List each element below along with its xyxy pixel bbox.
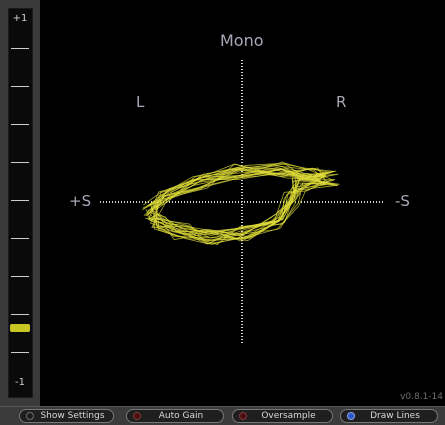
meter-level-indicator: [10, 324, 30, 332]
goniometer-canvas: [100, 60, 384, 344]
level-meter: [8, 8, 33, 398]
draw-lines-button[interactable]: Draw Lines: [340, 409, 438, 423]
meter-tick: [11, 200, 29, 201]
meter-top-label: +1: [12, 13, 28, 24]
minus-side-label: -S: [395, 192, 410, 210]
right-label: R: [336, 93, 347, 111]
bottom-toolbar: Show Settings Auto Gain Oversample Draw …: [0, 406, 445, 425]
stereo-trace: [141, 161, 340, 245]
meter-tick: [11, 162, 29, 163]
meter-tick: [11, 352, 29, 353]
auto-gain-button[interactable]: Auto Gain: [126, 409, 224, 423]
draw-lines-label: Draw Lines: [370, 411, 420, 421]
meter-bottom-label: -1: [15, 377, 25, 388]
show-settings-label: Show Settings: [40, 411, 105, 421]
meter-tick: [11, 124, 29, 125]
meter-tick: [11, 48, 29, 49]
left-label: L: [136, 93, 145, 111]
version-label: v0.8.1-14: [400, 392, 443, 402]
plus-side-label: +S: [69, 192, 92, 210]
level-meter-panel: +1 -1: [0, 0, 40, 406]
mono-label: Mono: [220, 31, 264, 50]
meter-tick: [11, 238, 29, 239]
meter-tick: [11, 314, 29, 315]
show-settings-button[interactable]: Show Settings: [19, 409, 114, 423]
oversample-button[interactable]: Oversample: [232, 409, 333, 423]
meter-tick: [11, 276, 29, 277]
meter-tick: [11, 86, 29, 87]
oversample-label: Oversample: [261, 411, 316, 421]
auto-gain-label: Auto Gain: [158, 411, 204, 421]
goniometer-display: Mono L R +S -S v0.8.1-14: [40, 0, 445, 406]
